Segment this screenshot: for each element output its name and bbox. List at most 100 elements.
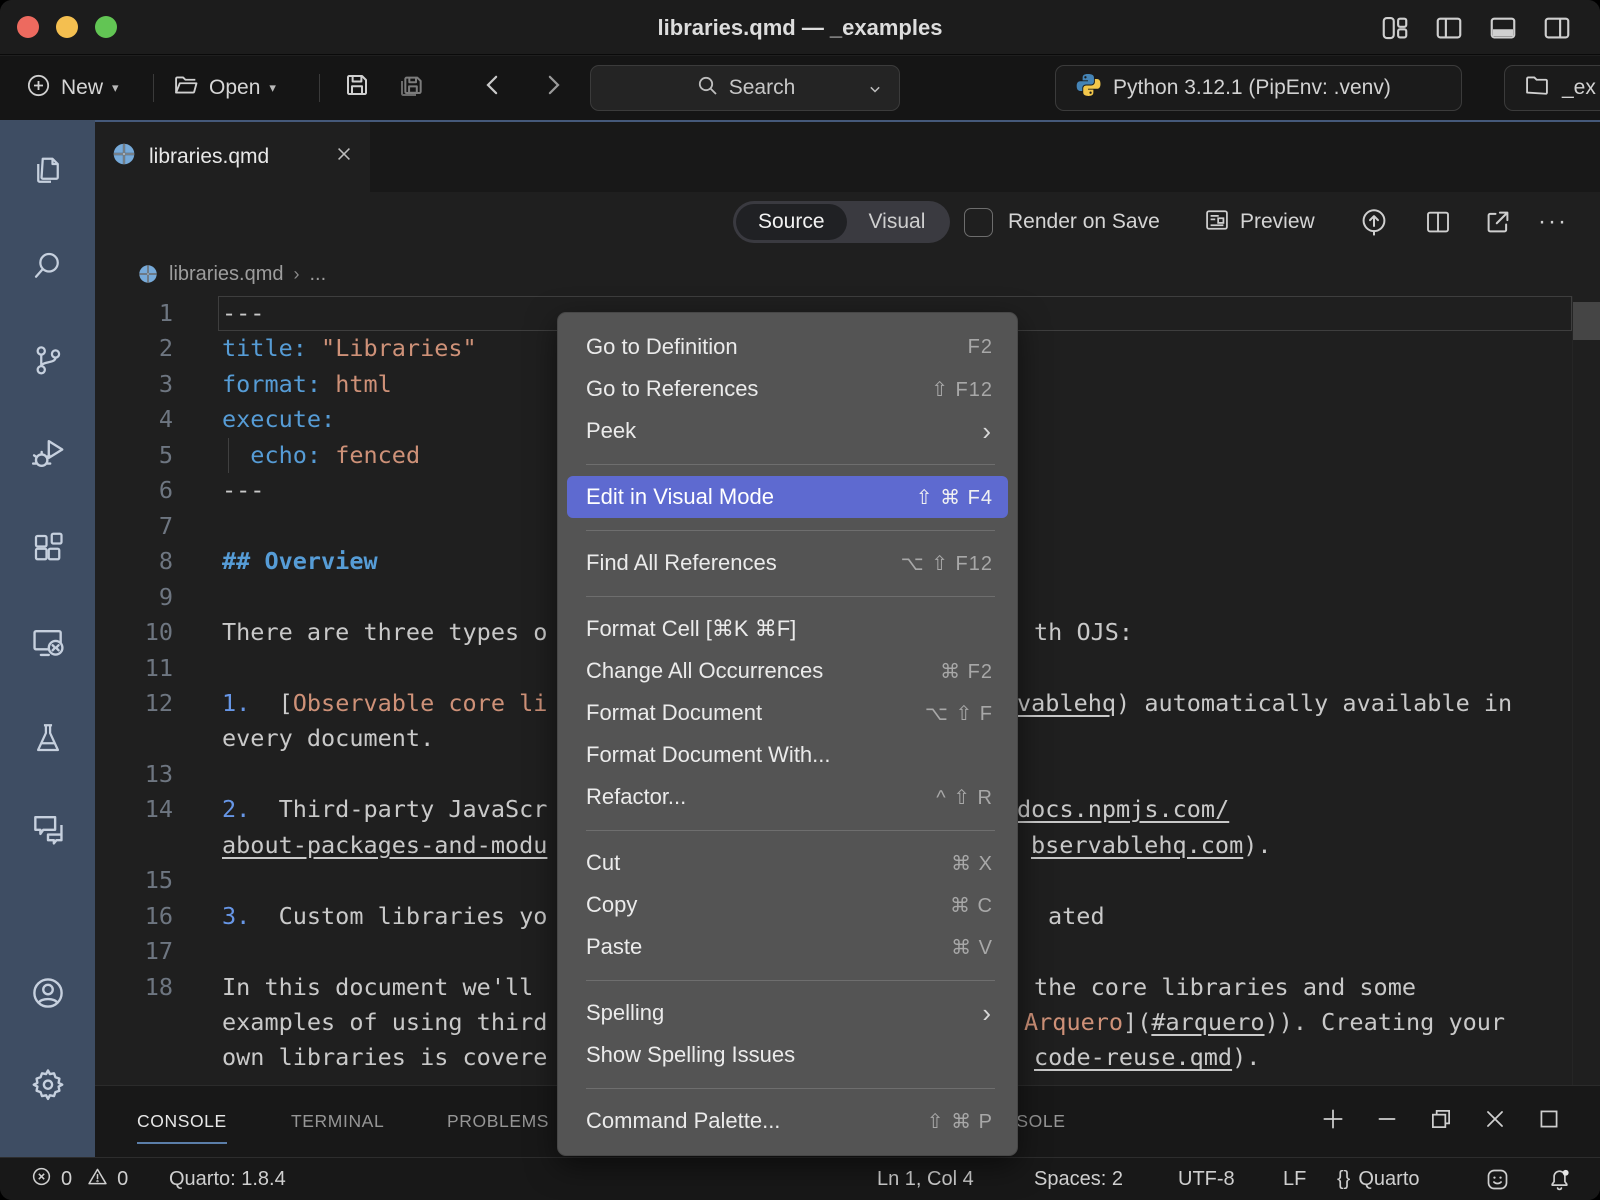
panel-tab-terminal[interactable]: TERMINAL bbox=[291, 1086, 384, 1156]
comments-icon[interactable] bbox=[0, 794, 95, 864]
preview-button[interactable]: Preview bbox=[1203, 192, 1315, 252]
menu-separator bbox=[558, 518, 1017, 542]
back-button[interactable] bbox=[478, 56, 508, 120]
indentation-status[interactable]: Spaces: 2 bbox=[1034, 1158, 1123, 1200]
explorer-icon[interactable] bbox=[0, 135, 95, 205]
menu-item-paste[interactable]: Paste⌘ V bbox=[567, 926, 1008, 968]
close-icon[interactable] bbox=[334, 144, 354, 170]
encoding-status[interactable]: UTF-8 bbox=[1178, 1158, 1235, 1200]
breadcrumb-more[interactable]: ... bbox=[309, 263, 326, 286]
language-mode-status[interactable]: {} Quarto bbox=[1337, 1158, 1420, 1200]
menu-item-command-palette[interactable]: Command Palette...⇧ ⌘ P bbox=[567, 1100, 1008, 1142]
problems-status[interactable]: 0 0 bbox=[30, 1158, 128, 1200]
scrollbar-thumb[interactable] bbox=[1573, 302, 1600, 340]
panel-tab-problems[interactable]: PROBLEMS bbox=[447, 1086, 549, 1156]
menu-item-spelling[interactable]: Spelling› bbox=[567, 992, 1008, 1034]
toggle-primary-sidebar-icon[interactable] bbox=[1434, 13, 1464, 43]
customize-layout-icon[interactable] bbox=[1380, 13, 1410, 43]
menu-item-copy[interactable]: Copy⌘ C bbox=[567, 884, 1008, 926]
workspace-selector[interactable]: _ex bbox=[1504, 65, 1600, 111]
menu-item-format-document[interactable]: Format Document⌥ ⇧ F bbox=[567, 692, 1008, 734]
visual-mode-button[interactable]: Visual bbox=[847, 204, 948, 240]
code-text[interactable]: format: html bbox=[222, 367, 392, 402]
panel-add-icon[interactable] bbox=[1320, 1106, 1346, 1137]
menu-item-show-spelling-issues[interactable]: Show Spelling Issues bbox=[567, 1034, 1008, 1076]
code-text[interactable]: 1. [Observable core li bbox=[222, 686, 547, 721]
menu-item-format-cell-k-f[interactable]: Format Cell [⌘K ⌘F] bbox=[567, 608, 1008, 650]
menu-item-peek[interactable]: Peek› bbox=[567, 410, 1008, 452]
search-view-icon[interactable] bbox=[0, 230, 95, 300]
code-text[interactable]: vablehq) automatically available in bbox=[1017, 686, 1512, 721]
toggle-secondary-sidebar-icon[interactable] bbox=[1542, 13, 1572, 43]
remote-explorer-icon[interactable] bbox=[0, 608, 95, 678]
panel-minimize-icon[interactable] bbox=[1374, 1106, 1400, 1137]
code-text[interactable]: There are three types o bbox=[222, 615, 547, 650]
code-text[interactable]: own libraries is covere bbox=[222, 1040, 547, 1075]
search-input[interactable]: Search bbox=[590, 65, 900, 111]
split-editor-icon[interactable] bbox=[1423, 192, 1453, 252]
render-icon[interactable] bbox=[1358, 192, 1390, 252]
menu-item-format-document-with[interactable]: Format Document With... bbox=[567, 734, 1008, 776]
save-all-button[interactable] bbox=[396, 56, 428, 120]
code-text[interactable]: 2. Third-party JavaScr bbox=[222, 792, 547, 827]
menu-item-go-to-definition[interactable]: Go to DefinitionF2 bbox=[567, 326, 1008, 368]
open-button[interactable]: Open ▾ bbox=[172, 56, 276, 120]
menu-item-cut[interactable]: Cut⌘ X bbox=[567, 842, 1008, 884]
line-number: 13 bbox=[95, 757, 173, 792]
menu-item-label: Go to Definition bbox=[586, 334, 738, 360]
code-text[interactable]: bservablehq.com). bbox=[1031, 828, 1272, 863]
source-mode-button[interactable]: Source bbox=[736, 204, 847, 240]
menu-item-find-all-references[interactable]: Find All References⌥ ⇧ F12 bbox=[567, 542, 1008, 584]
feedback-smiley-icon[interactable] bbox=[1484, 1158, 1511, 1200]
panel-tab-console[interactable]: CONSOLE bbox=[137, 1086, 227, 1156]
settings-gear-icon[interactable] bbox=[0, 1050, 95, 1120]
code-text[interactable]: the core libraries and some bbox=[1034, 970, 1416, 1005]
render-on-save-checkbox[interactable] bbox=[964, 208, 993, 237]
quarto-version-status[interactable]: Quarto: 1.8.4 bbox=[169, 1158, 286, 1200]
code-text[interactable]: title: "Libraries" bbox=[222, 331, 477, 366]
code-text[interactable]: code-reuse.qmd). bbox=[1034, 1040, 1260, 1075]
source-control-icon[interactable] bbox=[0, 325, 95, 395]
eol-status[interactable]: LF bbox=[1283, 1158, 1306, 1200]
menu-item-go-to-references[interactable]: Go to References⇧ F12 bbox=[567, 368, 1008, 410]
menu-item-shortcut: ⌘ C bbox=[950, 893, 993, 918]
code-text[interactable]: echo: fenced bbox=[222, 438, 420, 473]
menu-item-label: Format Document With... bbox=[586, 742, 831, 768]
code-text[interactable]: ## Overview bbox=[222, 544, 378, 579]
open-in-new-window-icon[interactable] bbox=[1483, 192, 1513, 252]
tab-libraries-qmd[interactable]: libraries.qmd bbox=[95, 122, 370, 192]
panel-close-icon[interactable] bbox=[1482, 1106, 1508, 1137]
code-text[interactable]: execute: bbox=[222, 402, 335, 437]
account-icon[interactable] bbox=[0, 958, 95, 1028]
menu-item-change-all-occurrences[interactable]: Change All Occurrences⌘ F2 bbox=[567, 650, 1008, 692]
code-text[interactable]: --- bbox=[222, 473, 264, 508]
new-button[interactable]: New ▾ bbox=[25, 56, 119, 120]
code-text[interactable]: every document. bbox=[222, 721, 434, 756]
code-text[interactable]: 3. Custom libraries yo bbox=[222, 899, 547, 934]
forward-button[interactable] bbox=[538, 56, 568, 120]
line-number: 14 bbox=[95, 792, 173, 827]
panel-restore-icon[interactable] bbox=[1428, 1106, 1454, 1137]
code-text[interactable]: --- bbox=[222, 296, 264, 331]
code-text[interactable]: th OJS: bbox=[1034, 615, 1133, 650]
code-text[interactable]: Arquero](#arquero)). Creating your bbox=[1024, 1005, 1505, 1040]
more-actions-button[interactable]: ··· bbox=[1538, 192, 1568, 252]
notifications-bell-icon[interactable] bbox=[1546, 1158, 1573, 1200]
chevron-down-icon[interactable] bbox=[865, 79, 885, 105]
code-text[interactable]: docs.npmjs.com/ bbox=[1017, 792, 1229, 827]
cursor-position-status[interactable]: Ln 1, Col 4 bbox=[877, 1158, 974, 1200]
code-text[interactable]: examples of using third bbox=[222, 1005, 547, 1040]
menu-item-edit-in-visual-mode[interactable]: Edit in Visual Mode⇧ ⌘ F4 bbox=[567, 476, 1008, 518]
testing-icon[interactable] bbox=[0, 703, 95, 773]
code-text[interactable]: In this document we'll bbox=[222, 970, 547, 1005]
save-button[interactable] bbox=[342, 56, 372, 120]
extensions-icon[interactable] bbox=[0, 513, 95, 583]
interpreter-selector[interactable]: Python 3.12.1 (PipEnv: .venv) bbox=[1055, 65, 1462, 111]
code-text[interactable]: about-packages-and-modu bbox=[222, 828, 547, 863]
menu-item-refactor[interactable]: Refactor...^ ⇧ R bbox=[567, 776, 1008, 818]
code-text[interactable]: ated bbox=[1048, 899, 1105, 934]
run-debug-icon[interactable] bbox=[0, 418, 95, 488]
toggle-panel-icon[interactable] bbox=[1488, 13, 1518, 43]
panel-maximize-icon[interactable] bbox=[1536, 1106, 1562, 1137]
breadcrumb-file[interactable]: libraries.qmd bbox=[169, 263, 283, 286]
